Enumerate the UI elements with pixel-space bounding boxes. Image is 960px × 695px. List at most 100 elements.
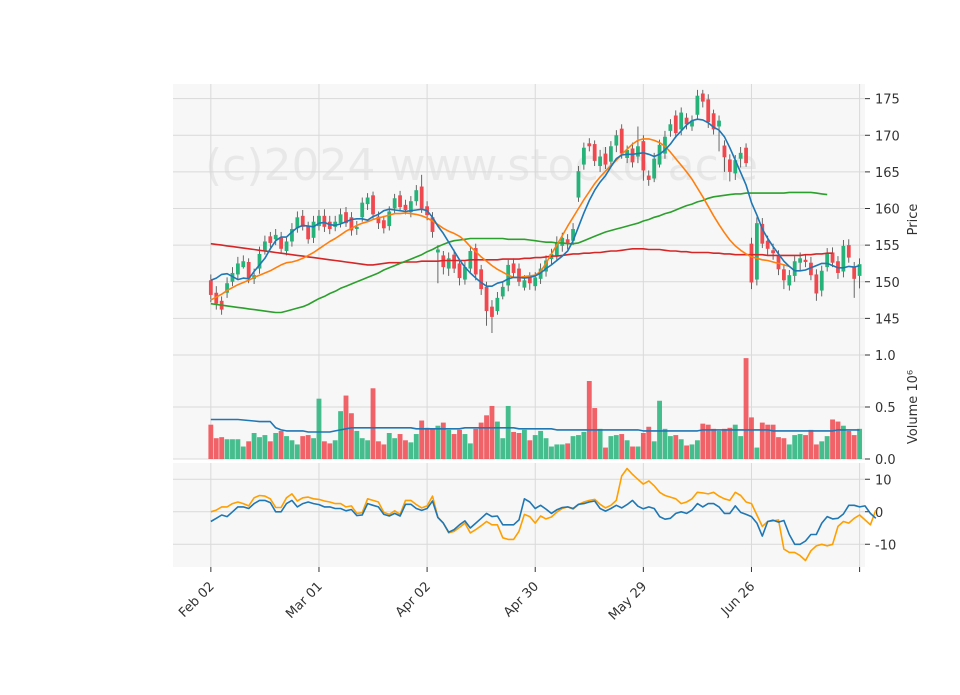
candle-body xyxy=(754,223,759,280)
candle-body xyxy=(587,143,592,147)
volume-bar xyxy=(694,440,700,459)
oscillator-ytick-label: 10 xyxy=(875,473,892,488)
volume-bar xyxy=(835,421,841,459)
candle-body xyxy=(306,226,311,240)
candle-body xyxy=(365,197,370,205)
volume-bar xyxy=(462,434,468,459)
volume-bar xyxy=(635,446,641,459)
volume-bar xyxy=(603,447,608,459)
candle-body xyxy=(279,237,284,249)
volume-bar xyxy=(370,388,376,459)
candle-body xyxy=(771,250,775,254)
volume-bar xyxy=(484,415,489,459)
candle-body xyxy=(646,175,651,180)
candle-body xyxy=(787,275,792,286)
candle-body xyxy=(598,156,602,167)
candle-body xyxy=(322,215,327,227)
volume-bar xyxy=(727,427,733,459)
price-ytick-label: 165 xyxy=(875,166,900,181)
volume-bar xyxy=(365,440,371,459)
x-tick-label: May 29 xyxy=(606,579,650,623)
candle-body xyxy=(381,220,386,229)
volume-bar xyxy=(657,400,662,459)
volume-bar xyxy=(278,430,284,459)
volume-bar xyxy=(419,420,425,459)
candle-body xyxy=(517,268,521,282)
volume-bar xyxy=(738,436,744,459)
candle-body xyxy=(619,128,624,154)
x-tick-label: Jun 26 xyxy=(718,579,758,619)
volume-bar xyxy=(457,429,462,459)
volume-bar xyxy=(630,446,635,459)
candle-body xyxy=(522,280,527,288)
volume-bar xyxy=(500,438,506,459)
volume-bar xyxy=(808,429,814,459)
volume-bar xyxy=(662,428,668,459)
volume-bar xyxy=(716,430,722,459)
candle-body xyxy=(533,277,538,287)
volume-bar xyxy=(803,435,808,459)
oscillator-ytick-label: 0 xyxy=(875,506,883,521)
volume-bar xyxy=(338,411,344,459)
volume-bar xyxy=(430,428,435,459)
price-background xyxy=(173,84,865,355)
volume-bar xyxy=(673,435,679,459)
volume-bar xyxy=(851,435,857,459)
volume-bar xyxy=(576,435,581,459)
volume-bar xyxy=(570,436,576,459)
candle-body xyxy=(792,261,797,276)
volume-bar xyxy=(435,425,441,459)
watermark-text: (c)2024 www.stockoracle xyxy=(205,140,758,191)
volume-bar xyxy=(235,439,241,459)
volume-bar xyxy=(473,428,479,459)
volume-bar xyxy=(397,434,403,459)
candle-body xyxy=(414,190,419,202)
candle-body xyxy=(241,261,246,268)
volume-bar xyxy=(619,434,625,459)
candle-body xyxy=(744,147,748,164)
candle-body xyxy=(495,297,500,312)
volume-bar xyxy=(273,433,279,459)
candle-body xyxy=(630,148,635,163)
candle-body xyxy=(457,263,462,279)
price-ytick-label: 175 xyxy=(875,93,900,108)
candle-body xyxy=(392,198,397,209)
volume-bar xyxy=(743,358,749,459)
volume-bar xyxy=(284,436,289,459)
candle-body xyxy=(403,204,408,210)
volume-bar xyxy=(521,429,527,459)
candle-body xyxy=(673,115,678,134)
volume-bar xyxy=(208,424,214,459)
volume-bar xyxy=(749,417,754,459)
candle-body xyxy=(722,145,727,158)
volume-bar xyxy=(819,441,825,459)
volume-bar xyxy=(532,435,538,459)
candle-body xyxy=(387,211,392,227)
volume-bar xyxy=(824,436,830,459)
volume-bar xyxy=(305,435,311,459)
candle-body xyxy=(614,135,619,146)
candle-body xyxy=(246,261,251,279)
volume-bar xyxy=(559,444,565,459)
price-ytick-label: 170 xyxy=(875,129,900,144)
stock-chart-svg: 145 150 155 160 165 170 175 (c)2024 www.stockor… xyxy=(173,84,921,623)
candle-body xyxy=(268,236,273,243)
volume-bar xyxy=(321,441,327,459)
candle-body xyxy=(717,120,721,127)
candle-body xyxy=(603,153,608,165)
candle-body xyxy=(284,241,289,251)
volume-bar xyxy=(311,438,316,459)
candle-body xyxy=(360,202,365,218)
x-tick-label: Mar 01 xyxy=(283,579,326,622)
volume-bar xyxy=(781,438,787,459)
volume-bar xyxy=(792,435,798,459)
volume-ytick-label: 0.0 xyxy=(875,453,896,468)
candle-body xyxy=(235,263,240,275)
volume-bar xyxy=(527,440,533,459)
volume-bar xyxy=(538,430,544,459)
volume-bar xyxy=(786,444,792,459)
volume-bar xyxy=(549,446,554,459)
candle-body xyxy=(749,243,754,283)
volume-bar xyxy=(722,428,727,459)
candle-body xyxy=(819,270,824,291)
